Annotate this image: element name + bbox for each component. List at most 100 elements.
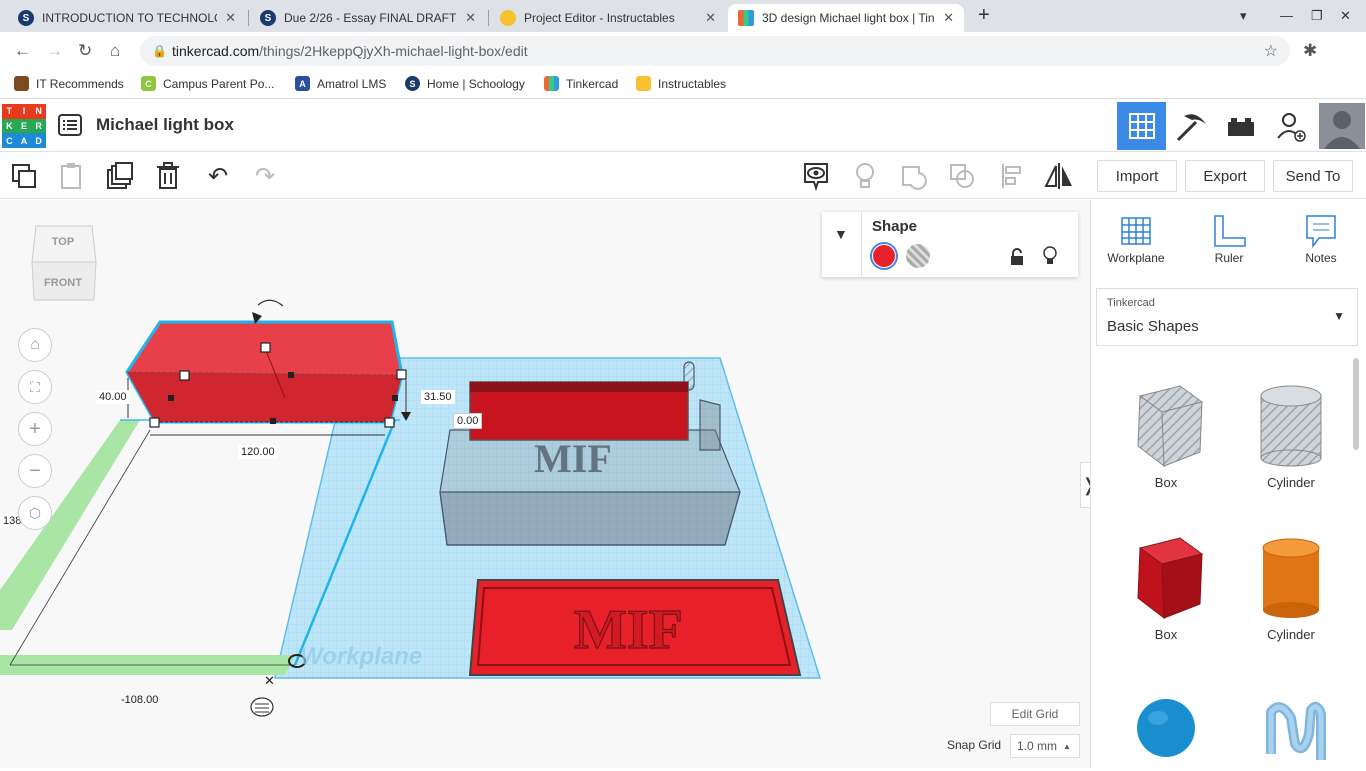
ungroup-icon[interactable]	[946, 160, 978, 192]
browser-tab[interactable]: Project Editor - Instructables ✕	[490, 4, 726, 32]
show-all-button[interactable]	[800, 160, 832, 192]
ortho-view-button[interactable]: ⬡	[18, 496, 52, 530]
export-button[interactable]: Export	[1185, 160, 1265, 192]
ruler-tool[interactable]: Ruler	[1194, 214, 1264, 265]
solid-color-button[interactable]	[870, 242, 898, 270]
paste-button[interactable]	[55, 160, 87, 192]
shape-library-select[interactable]: Tinkercad Basic Shapes ▼	[1096, 288, 1358, 346]
duplicate-button[interactable]	[104, 160, 136, 192]
svg-text:✕: ✕	[264, 673, 275, 688]
copy-button[interactable]	[8, 160, 40, 192]
brick-icon	[1228, 118, 1254, 136]
sidebar-scrollbar[interactable]	[1353, 358, 1359, 450]
shape-sphere[interactable]	[1116, 694, 1216, 771]
lock-icon: 🔒	[152, 44, 167, 58]
lightbulb-icon[interactable]	[849, 160, 881, 192]
url-field[interactable]: 🔒 tinkercad.com/things/2HkeppQjyXh-micha…	[140, 36, 1290, 66]
shape-cylinder[interactable]: Cylinder	[1241, 534, 1341, 642]
offset-dimension[interactable]: 0.00	[453, 413, 483, 429]
chevron-right-icon[interactable]: ❭	[1080, 462, 1090, 508]
redo-icon[interactable]: ↷	[249, 160, 281, 192]
invite-user-button[interactable]	[1266, 102, 1316, 150]
shape-cylinder-hole[interactable]: Cylinder	[1241, 382, 1341, 490]
fit-view-button[interactable]: ⛶	[18, 370, 52, 404]
instructables-icon	[636, 76, 651, 91]
plus-icon: +	[29, 417, 41, 440]
extensions-icon[interactable]: ✱	[1303, 41, 1317, 61]
collapse-inspector-button[interactable]: ▼	[822, 212, 862, 277]
tinkercad-icon	[544, 76, 559, 91]
bookmark-item[interactable]: IT Recommends	[14, 76, 124, 91]
notes-tool[interactable]: Notes	[1286, 214, 1356, 265]
workplane-icon	[1121, 217, 1151, 245]
home-view-button[interactable]: ⌂	[18, 328, 52, 362]
bookmark-item[interactable]: Tinkercad	[544, 76, 618, 91]
lock-icon[interactable]	[1010, 248, 1024, 271]
snap-grid-select[interactable]: 1.0 mm ▲	[1010, 734, 1080, 758]
reload-icon[interactable]: ↻	[78, 41, 92, 61]
height-dimension[interactable]: 40.00	[96, 390, 130, 404]
tab-search-icon[interactable]: ▾	[1240, 8, 1247, 24]
new-tab-icon[interactable]: +	[978, 4, 990, 27]
bookmark-item[interactable]: S Home | Schoology	[405, 76, 525, 91]
bricks-button[interactable]	[1216, 102, 1266, 150]
align-icon[interactable]	[996, 160, 1028, 192]
tinkercad-logo[interactable]: T I N K E R C A D	[2, 104, 46, 148]
close-tab-icon[interactable]: ✕	[943, 10, 954, 26]
ruler-icon	[1214, 215, 1246, 247]
minimize-icon[interactable]: —	[1280, 8, 1293, 23]
design-list-icon[interactable]	[58, 114, 82, 136]
close-window-icon[interactable]: ✕	[1340, 8, 1351, 24]
forward-icon[interactable]: →	[46, 41, 63, 61]
browser-tab[interactable]: S INTRODUCTION TO TECHNOLOG ✕	[8, 4, 246, 32]
undo-icon[interactable]: ↶	[202, 160, 234, 192]
browser-tab[interactable]: S Due 2/26 - Essay FINAL DRAFT | ✕	[250, 4, 486, 32]
zoom-in-button[interactable]: +	[18, 412, 52, 446]
shape-box[interactable]: Box	[1116, 534, 1216, 642]
schoology-icon: S	[260, 10, 276, 26]
width-dimension[interactable]: 120.00	[238, 445, 278, 459]
minus-icon: −	[29, 459, 41, 482]
restore-icon[interactable]: ❐	[1311, 8, 1323, 24]
edit-grid-button[interactable]: Edit Grid	[990, 702, 1080, 726]
back-icon[interactable]: ←	[14, 41, 31, 61]
view-cube[interactable]: TOP FRONT	[30, 224, 98, 304]
mirror-icon[interactable]	[1043, 160, 1075, 192]
elevation-dimension[interactable]: 31.50	[421, 390, 455, 404]
fit-icon: ⛶	[30, 378, 40, 395]
bookmark-item[interactable]: A Amatrol LMS	[295, 76, 386, 91]
zoom-out-button[interactable]: −	[18, 454, 52, 488]
codeblocks-button[interactable]	[1166, 102, 1216, 150]
home-icon[interactable]: ⌂	[110, 41, 120, 61]
import-button[interactable]: Import	[1097, 160, 1177, 192]
workplane-canvas[interactable]: MIF MIF ✕ Workplane 40.00 120.00 31.50 0…	[0, 200, 1090, 768]
design-title[interactable]: Michael light box	[96, 115, 234, 135]
instructables-icon	[500, 10, 516, 26]
browser-tab-strip: S INTRODUCTION TO TECHNOLOG ✕ S Due 2/26…	[0, 0, 1366, 32]
hole-button[interactable]	[906, 244, 930, 268]
star-icon[interactable]: ☆	[1264, 41, 1278, 61]
svg-text:MIF: MIF	[534, 436, 612, 481]
shape-inspector: ▼ Shape	[822, 212, 1078, 277]
close-tab-icon[interactable]: ✕	[225, 10, 236, 26]
workplane-tool[interactable]: Workplane	[1101, 214, 1171, 265]
grid-icon	[1128, 113, 1155, 139]
bookmark-item[interactable]: Instructables	[636, 76, 726, 91]
bookmarks-bar: IT Recommends C Campus Parent Po... A Amat…	[0, 70, 1366, 99]
3d-view-button[interactable]	[1117, 102, 1166, 150]
delete-button[interactable]	[152, 160, 184, 192]
close-tab-icon[interactable]: ✕	[705, 10, 716, 26]
close-tab-icon[interactable]: ✕	[465, 10, 476, 26]
shape-box-hole[interactable]: Box	[1116, 382, 1216, 490]
send-to-button[interactable]: Send To	[1273, 160, 1353, 192]
lightbulb-icon[interactable]	[1042, 245, 1058, 272]
bookmark-item[interactable]: C Campus Parent Po...	[141, 76, 274, 91]
schoology-icon: S	[18, 10, 34, 26]
browser-tab-active[interactable]: 3D design Michael light box | Tin ✕	[728, 4, 964, 32]
position-dimension[interactable]: -108.00	[118, 693, 161, 707]
group-icon[interactable]	[898, 160, 930, 192]
avatar[interactable]	[1318, 102, 1366, 150]
caret-up-icon: ▲	[1063, 741, 1071, 751]
duplicate-icon	[107, 162, 133, 189]
shape-scribble[interactable]	[1241, 694, 1341, 771]
